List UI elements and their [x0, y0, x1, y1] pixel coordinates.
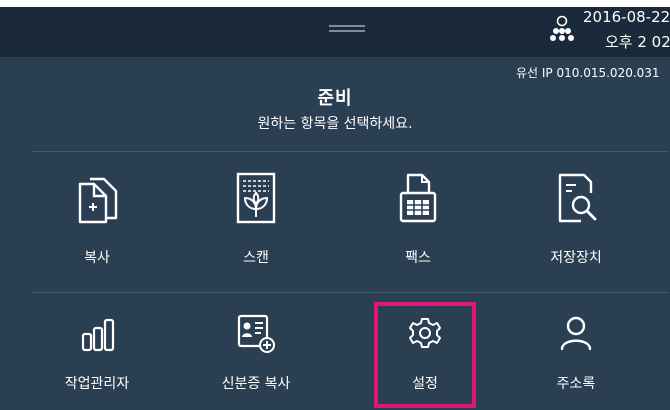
- gear-icon: [409, 318, 441, 348]
- fax-button[interactable]: 팩스: [338, 165, 498, 275]
- printer-panel-screen: 2016-08-22 오후 2 02 유선 IP 010.015.020.031…: [0, 7, 670, 410]
- network-nodes-icon[interactable]: [548, 15, 576, 45]
- job-manager-button[interactable]: 작업관리자: [17, 300, 177, 410]
- storage-search-icon: [558, 173, 597, 223]
- id-card-copy-button[interactable]: 신분증 복사: [176, 300, 336, 410]
- scan-icon: [236, 172, 276, 224]
- id-card-copy-label: 신분증 복사: [221, 376, 291, 392]
- divider: [32, 151, 668, 152]
- copy-icon: [78, 177, 118, 224]
- storage-label: 저장장치: [550, 250, 602, 266]
- settings-button[interactable]: 설정: [345, 300, 505, 410]
- settings-label: 설정: [412, 376, 438, 392]
- address-book-label: 주소록: [556, 376, 596, 392]
- divider: [32, 292, 668, 293]
- top-status-bar: 2016-08-22 오후 2 02: [0, 7, 670, 57]
- job-manager-icon: [81, 318, 115, 352]
- copy-button[interactable]: 복사: [17, 165, 177, 275]
- address-book-icon: [560, 316, 592, 351]
- ip-address-label: 유선 IP 010.015.020.031: [516, 66, 660, 80]
- status-title: 준비: [317, 88, 353, 109]
- status-date: 2016-08-22: [583, 8, 670, 26]
- scan-button[interactable]: 스캔: [176, 165, 336, 275]
- job-manager-label: 작업관리자: [64, 376, 130, 392]
- storage-button[interactable]: 저장장치: [496, 165, 656, 275]
- fax-label: 팩스: [405, 250, 431, 266]
- fax-icon: [399, 173, 437, 223]
- address-book-button[interactable]: 주소록: [496, 300, 656, 410]
- id-card-copy-icon: [237, 314, 275, 353]
- scan-label: 스캔: [243, 250, 269, 266]
- status-message: 원하는 항목을 선택하세요.: [257, 116, 413, 132]
- copy-label: 복사: [84, 250, 110, 266]
- drag-handle-icon[interactable]: [329, 25, 365, 33]
- status-time: 오후 2 02: [605, 33, 670, 51]
